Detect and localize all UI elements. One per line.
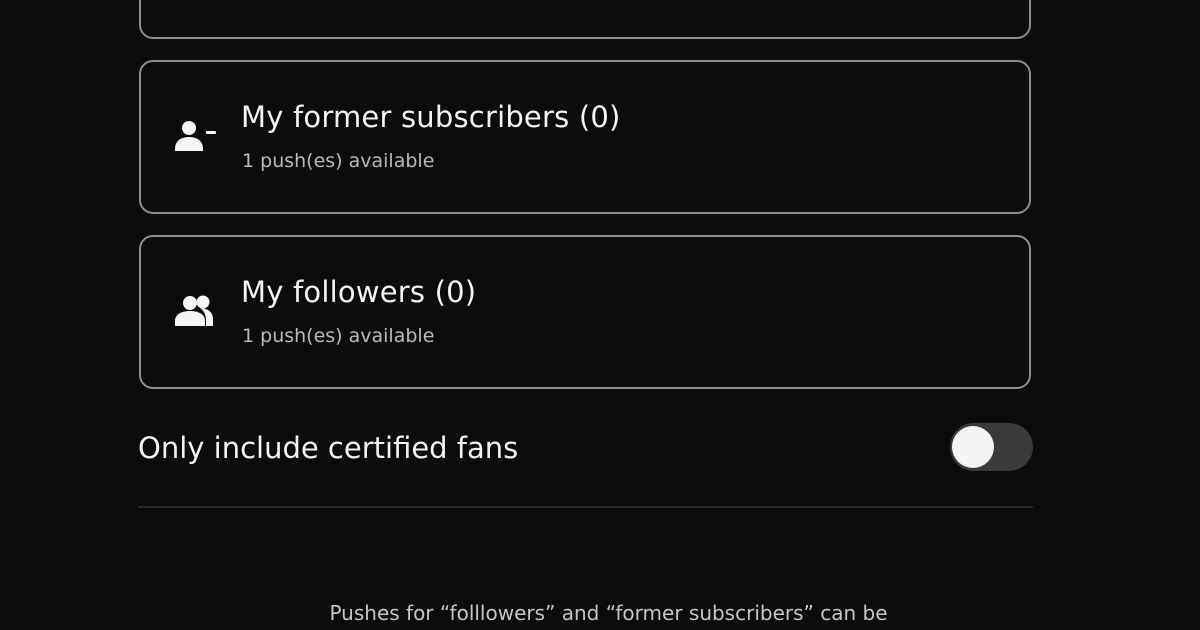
audience-title: My followers (0) xyxy=(241,275,477,309)
footnote-text: Pushes for “folllowers” and “former subs… xyxy=(329,601,888,625)
certified-fans-label: Only include certified fans xyxy=(138,431,519,465)
push-audience-screen: My former subscribers (0) 1 push(es) ava… xyxy=(0,0,1200,630)
users-icon xyxy=(175,295,213,326)
audience-title: My former subscribers (0) xyxy=(241,100,621,134)
audience-card-partial[interactable] xyxy=(139,0,1031,39)
user-minus-icon xyxy=(175,121,216,151)
audience-push-count: 1 push(es) available xyxy=(242,325,435,347)
audience-card-followers[interactable]: My followers (0) 1 push(es) available xyxy=(139,235,1031,389)
toggle-knob xyxy=(952,426,994,468)
certified-fans-toggle[interactable] xyxy=(950,423,1033,471)
audience-card-former-subscribers[interactable]: My former subscribers (0) 1 push(es) ava… xyxy=(139,60,1031,214)
audience-push-count: 1 push(es) available xyxy=(242,150,435,172)
divider xyxy=(138,506,1033,508)
